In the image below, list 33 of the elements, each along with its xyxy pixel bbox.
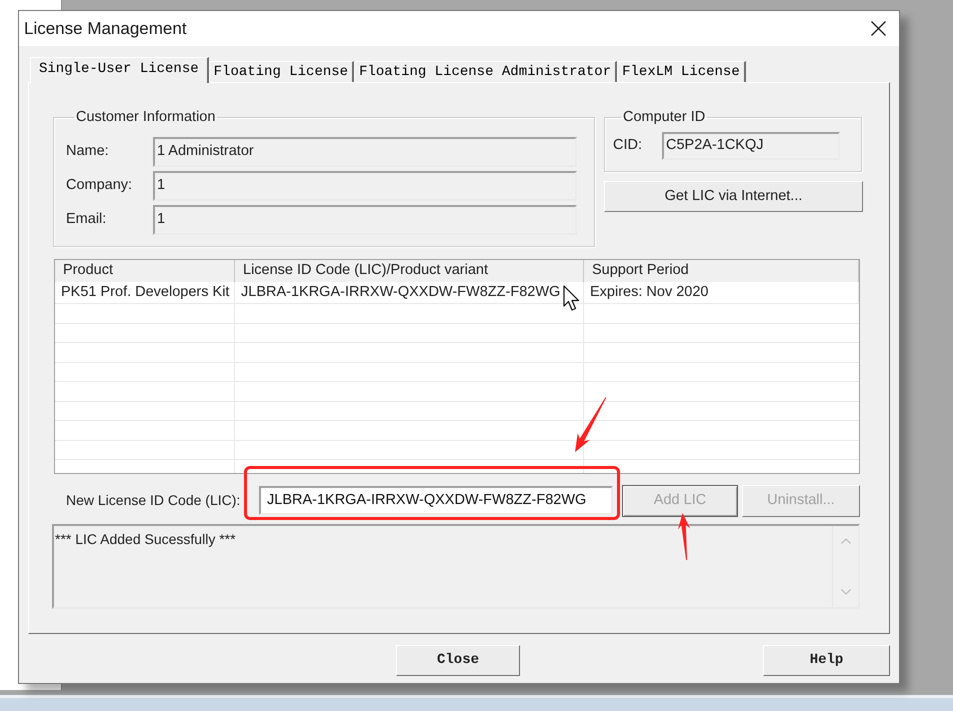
window-title: License Management bbox=[24, 18, 187, 40]
mouse-cursor-icon bbox=[563, 285, 580, 312]
table-cell: PK51 Prof. Developers Kit bbox=[55, 282, 235, 303]
column-header[interactable]: Support Period bbox=[584, 260, 859, 282]
annotation-arrow bbox=[678, 513, 690, 560]
text-field[interactable]: C5P2A-1CKQJ bbox=[662, 132, 840, 160]
field-label: Email: bbox=[66, 210, 108, 230]
table-cell: Expires: Nov 2020 bbox=[584, 282, 859, 303]
annotation-arrow bbox=[575, 397, 606, 452]
dialog-button[interactable]: Close bbox=[396, 645, 520, 676]
chevron-up-icon[interactable] bbox=[840, 538, 850, 544]
dialog-button[interactable]: Help bbox=[763, 645, 890, 676]
tab[interactable]: FlexLM License bbox=[617, 61, 746, 82]
field-label: Company: bbox=[66, 176, 134, 196]
text-field[interactable]: 1 Administrator bbox=[153, 137, 577, 167]
column-header[interactable]: Product bbox=[55, 260, 235, 282]
text-field[interactable]: 1 bbox=[153, 205, 577, 235]
field-label: Name: bbox=[66, 142, 110, 162]
tab[interactable]: Floating License Administrator bbox=[354, 61, 618, 82]
tab[interactable]: Single-User License bbox=[30, 57, 209, 83]
tab[interactable]: Floating License bbox=[208, 61, 354, 82]
group-title: Computer ID bbox=[622, 109, 706, 125]
chevron-down-icon[interactable] bbox=[840, 589, 850, 595]
get-lic-button[interactable]: Get LIC via Internet... bbox=[604, 181, 863, 212]
text-field[interactable]: 1 bbox=[153, 171, 577, 201]
text-field[interactable]: JLBRA-1KRGA-IRRXW-QXXDW-FW8ZZ-F82WG bbox=[259, 486, 613, 515]
field-label: CID: bbox=[613, 136, 643, 156]
close-button[interactable] bbox=[871, 21, 886, 36]
column-header[interactable]: License ID Code (LIC)/Product variant bbox=[235, 260, 584, 282]
log-line: *** LIC Added Sucessfully *** bbox=[55, 530, 237, 548]
close-icon bbox=[871, 21, 886, 36]
group-title: Customer Information bbox=[75, 109, 216, 125]
field-label: New License ID Code (LIC): bbox=[66, 491, 242, 510]
